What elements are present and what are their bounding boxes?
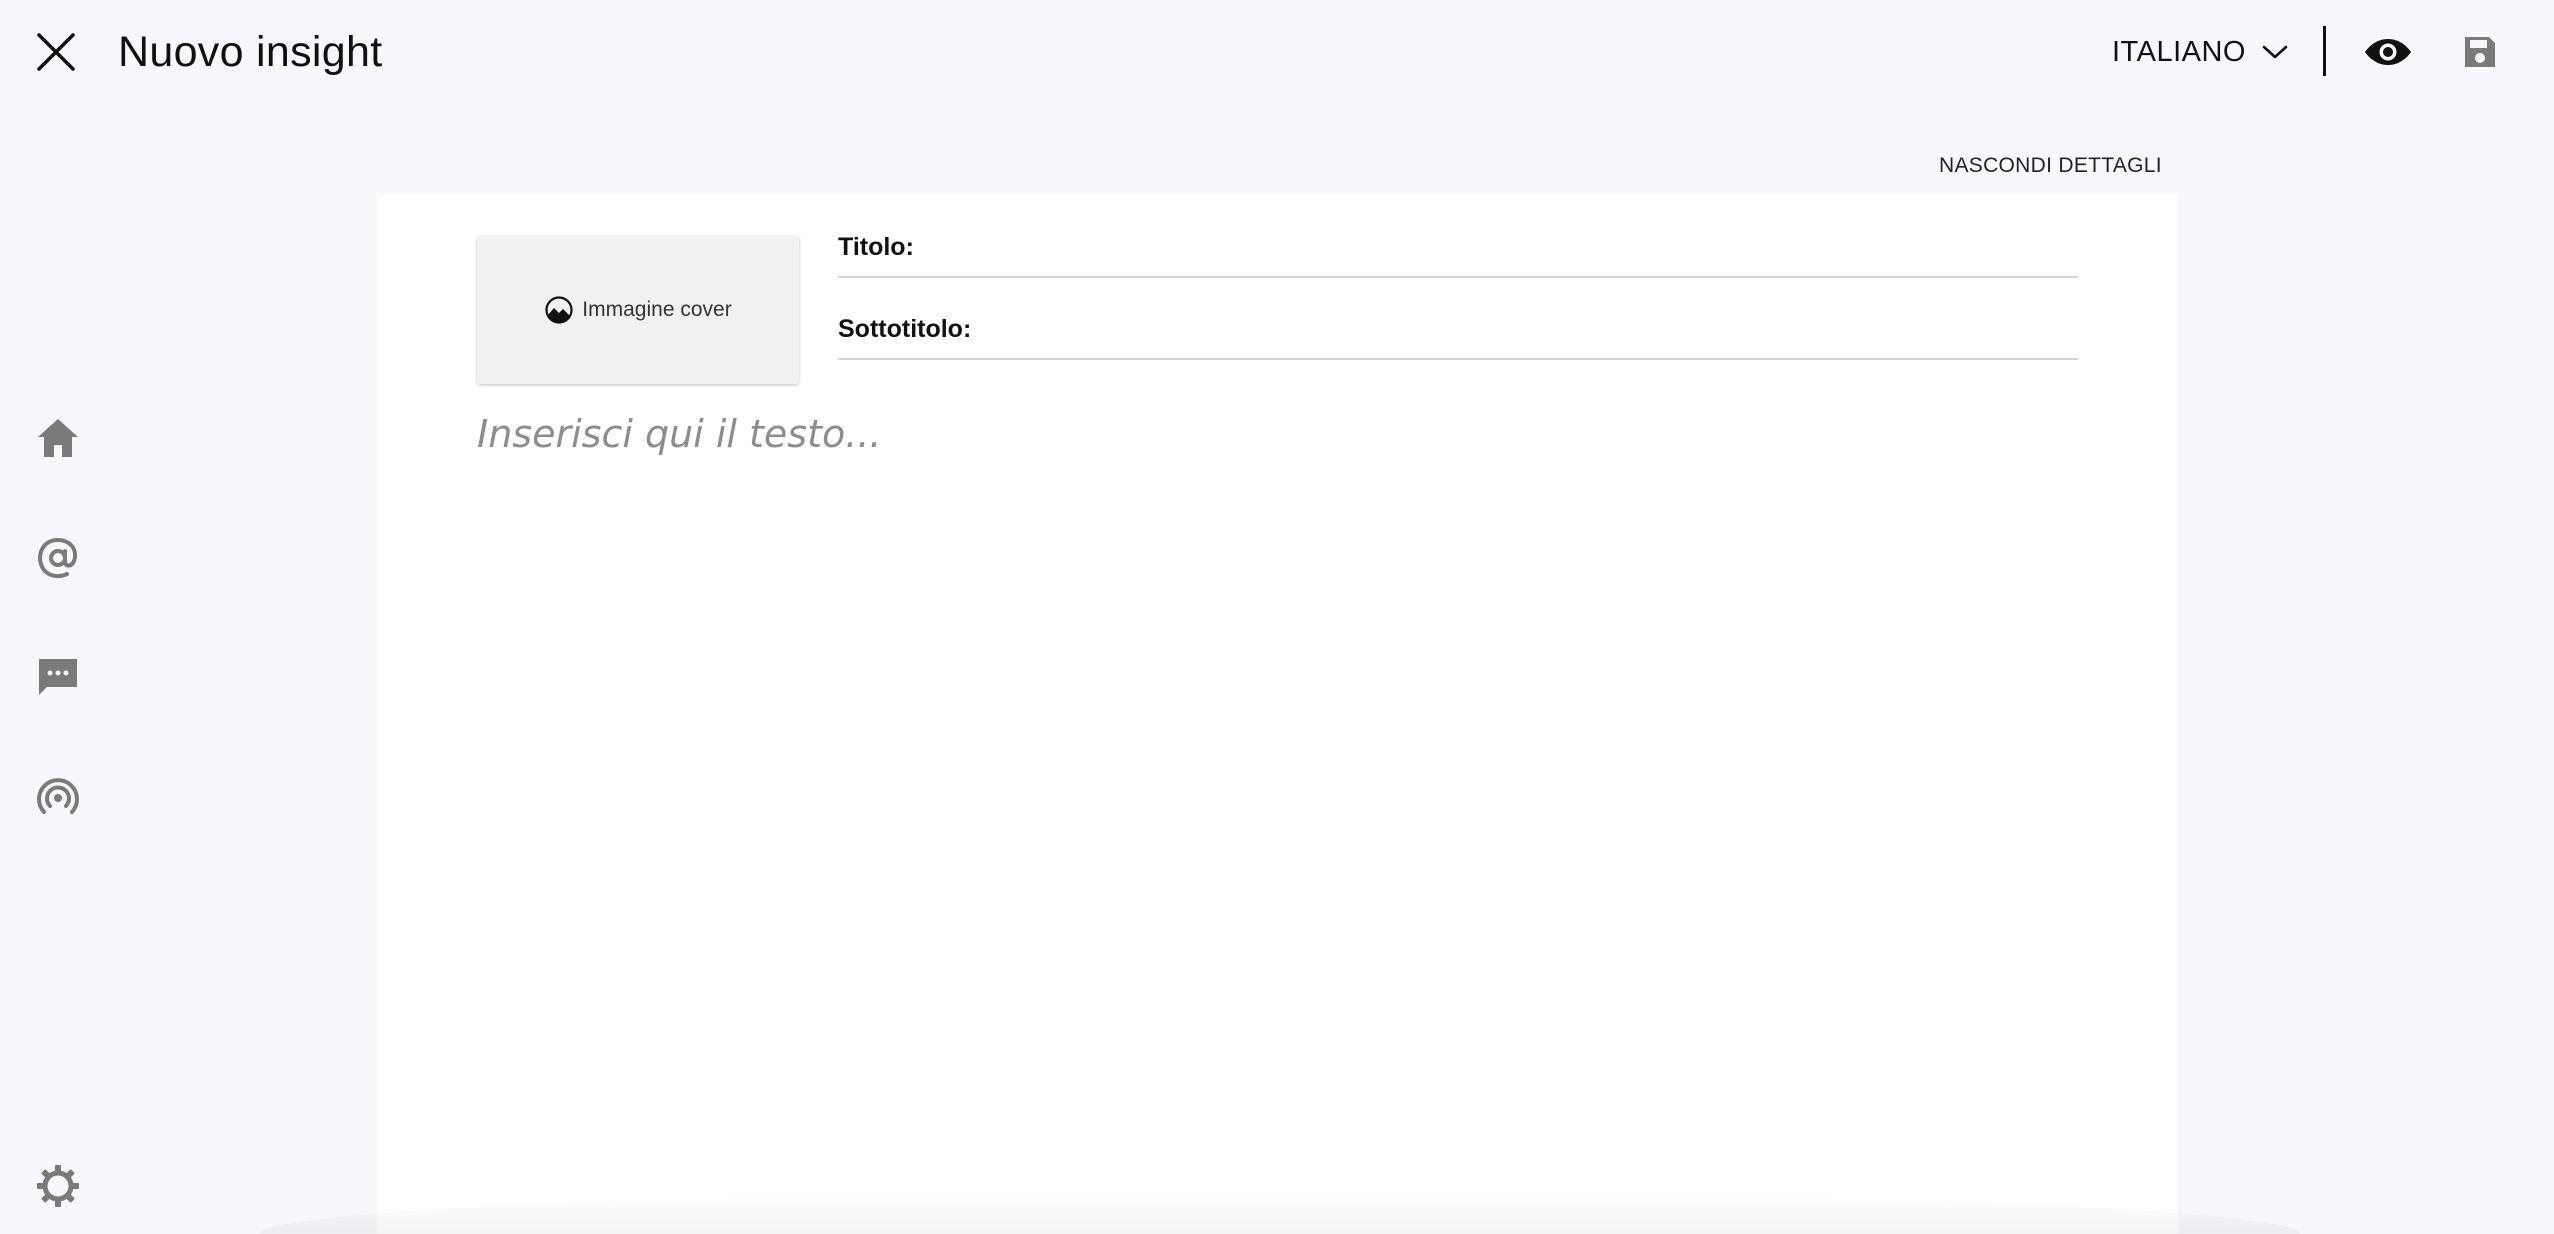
sidebar-item-settings[interactable]	[30, 1158, 86, 1214]
sidebar-item-home[interactable]	[30, 410, 86, 466]
broadcast-icon	[37, 778, 79, 814]
save-icon	[2465, 37, 2495, 67]
title-label: Titolo:	[838, 232, 914, 261]
title-field[interactable]: Titolo:	[838, 218, 2078, 278]
language-select-value: ITALIANO	[2112, 35, 2246, 68]
sidebar	[0, 104, 118, 1234]
subtitle-label: Sottotitolo:	[838, 314, 972, 343]
preview-button[interactable]	[2362, 28, 2414, 76]
eye-icon	[2365, 39, 2411, 65]
cover-image-label: Immagine cover	[582, 298, 732, 321]
hide-details-toggle[interactable]: NASCONDI DETTAGLI	[1939, 154, 2162, 178]
cover-image-upload[interactable]: Immagine cover	[477, 236, 799, 384]
sidebar-item-messages[interactable]	[30, 650, 86, 706]
body-text-editor[interactable]	[477, 404, 2077, 1124]
gear-icon	[37, 1165, 79, 1207]
title-input[interactable]	[925, 227, 2078, 267]
home-icon	[38, 419, 78, 457]
page-title: Nuovo insight	[118, 28, 383, 76]
top-bar: Nuovo insight ITALIANO	[0, 0, 2554, 104]
sidebar-item-mentions[interactable]	[30, 530, 86, 586]
toolbar-divider	[2323, 26, 2326, 76]
image-icon	[545, 296, 573, 324]
chevron-down-icon	[2262, 45, 2288, 59]
chat-icon	[39, 659, 77, 695]
close-icon	[37, 33, 75, 71]
close-button[interactable]	[30, 26, 82, 78]
subtitle-input[interactable]	[983, 309, 2078, 349]
language-select[interactable]: ITALIANO	[2112, 28, 2288, 76]
subtitle-field[interactable]: Sottotitolo:	[838, 300, 2078, 360]
at-sign-icon	[38, 538, 78, 579]
save-button[interactable]	[2456, 28, 2504, 76]
editor-card: Immagine cover Titolo: Sottotitolo:	[377, 194, 2178, 1234]
sidebar-item-broadcast[interactable]	[30, 770, 86, 826]
